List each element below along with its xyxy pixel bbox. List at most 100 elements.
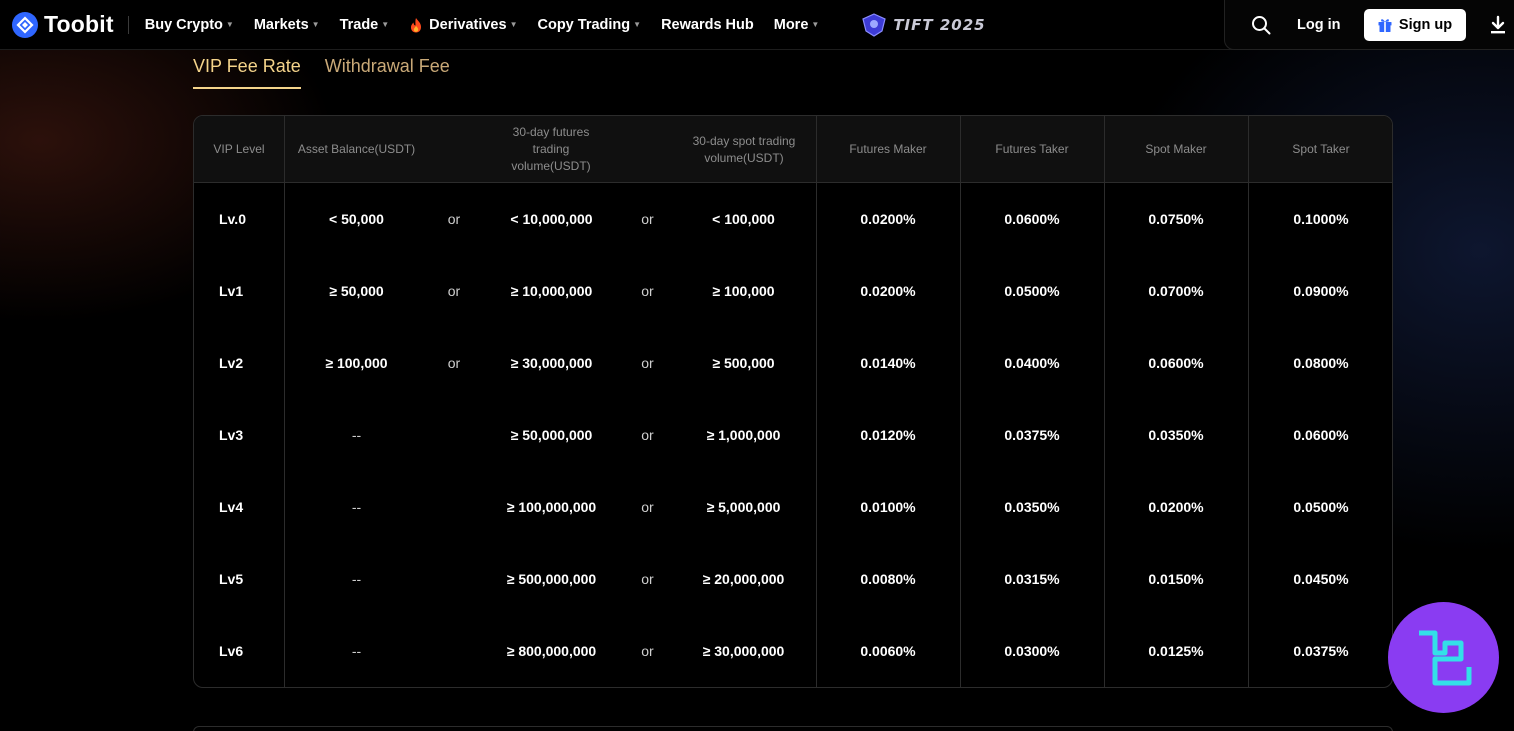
chevron-down-icon: ▼ [633, 20, 642, 29]
header-actions: Log in Sign up [1224, 0, 1514, 50]
toobit-logo[interactable]: Toobit [12, 0, 114, 50]
cell-asset-balance: ≥ 50,000 [329, 283, 384, 299]
signup-button[interactable]: Sign up [1363, 8, 1466, 41]
header-vip-level: VIP Level [213, 142, 265, 156]
cell-vip-level: Lv6 [219, 643, 244, 659]
cell-futures-maker: 0.0200% [860, 211, 916, 227]
cell-spot-volume: < 100,000 [712, 211, 775, 227]
nav-label: More [773, 16, 809, 33]
cell-vip-level: Lv3 [219, 427, 244, 443]
cell-asset-balance: -- [351, 499, 362, 515]
tift-label: TIFT 2025 [893, 15, 986, 34]
header-spot-maker: Spot Maker [1145, 142, 1207, 156]
cell-futures-taker: 0.0500% [1004, 283, 1060, 299]
cell-spot-volume: ≥ 100,000 [712, 283, 775, 299]
cell-futures-volume: ≥ 50,000,000 [510, 427, 593, 443]
table-row: Lv1 ≥ 50,000 or ≥ 10,000,000 or ≥ 100,000 0.02… [194, 255, 1392, 327]
table-row: Lv.0 < 50,000 or < 10,000,000 or < 100,000 0.0… [194, 183, 1392, 255]
tab-withdrawal-fee[interactable]: Withdrawal Fee [325, 56, 450, 89]
tab-vip-fee-rate[interactable]: VIP Fee Rate [193, 56, 301, 89]
cell-futures-volume: ≥ 100,000,000 [506, 499, 597, 515]
cell-spot-maker: 0.0200% [1148, 499, 1204, 515]
nav-copy-trading[interactable]: Copy Trading ▼ [537, 17, 641, 33]
signup-label: Sign up [1398, 16, 1453, 33]
chevron-down-icon: ▼ [381, 20, 390, 29]
cell-spot-maker: 0.0750% [1148, 211, 1204, 227]
cell-asset-balance: ≥ 100,000 [325, 355, 388, 371]
nav-markets[interactable]: Markets ▼ [254, 17, 320, 33]
table-row: Lv3 -- ≥ 50,000,000 or ≥ 1,000,000 0.0120% 0.0… [194, 399, 1392, 471]
watermark-logo-icon [1388, 602, 1499, 713]
cell-futures-taker: 0.0600% [1004, 211, 1060, 227]
table-row: Lv4 -- ≥ 100,000,000 or ≥ 5,000,000 0.0100% 0.… [194, 471, 1392, 543]
cell-spot-taker: 0.0450% [1293, 571, 1349, 587]
header-asset-balance: Asset Balance(USDT) [297, 142, 416, 156]
toobit-logo-icon [12, 11, 38, 38]
nav-more[interactable]: More ▼ [774, 17, 820, 33]
cell-spot-volume: ≥ 20,000,000 [702, 571, 785, 587]
nav-rewards-hub[interactable]: Rewards Hub [661, 17, 754, 33]
cell-spot-volume: ≥ 30,000,000 [702, 643, 785, 659]
cell-futures-maker: 0.0080% [860, 571, 916, 587]
main-nav: Buy Crypto ▼ Markets ▼ Trade ▼ Derivativ… [145, 0, 840, 50]
chevron-down-icon: ▼ [225, 20, 234, 29]
cell-or: or [641, 283, 654, 299]
cell-or: or [447, 211, 461, 227]
chevron-down-icon: ▼ [811, 20, 820, 29]
cell-futures-volume: < 10,000,000 [510, 211, 593, 227]
cell-spot-maker: 0.0600% [1148, 355, 1204, 371]
cell-spot-taker: 0.0900% [1293, 283, 1349, 299]
cell-futures-maker: 0.0120% [860, 427, 916, 443]
header-futures-maker: Futures Maker [849, 142, 927, 156]
cell-futures-maker: 0.0200% [860, 283, 916, 299]
table-row: Lv5 -- ≥ 500,000,000 or ≥ 20,000,000 0.0080% 0… [194, 543, 1392, 615]
search-icon[interactable] [1250, 14, 1272, 36]
cell-futures-taker: 0.0350% [1004, 499, 1060, 515]
nav-label: Copy Trading [537, 16, 631, 33]
cell-spot-taker: 0.0375% [1293, 643, 1349, 659]
cell-futures-maker: 0.0100% [860, 499, 916, 515]
cell-or: or [641, 211, 654, 227]
nav-label: Markets [253, 16, 309, 33]
cell-or [429, 471, 479, 543]
cell-or: or [641, 427, 654, 443]
cell-or: or [641, 643, 654, 659]
header-futures-volume: 30-day futures trading volume(USDT) [511, 125, 591, 173]
cell-spot-volume: ≥ 5,000,000 [706, 499, 781, 515]
fee-tabs: VIP Fee Rate Withdrawal Fee [193, 56, 474, 89]
cell-or: or [641, 499, 654, 515]
nav-label: Trade [339, 16, 379, 33]
cell-futures-taker: 0.0300% [1004, 643, 1060, 659]
cell-futures-volume: ≥ 800,000,000 [506, 643, 597, 659]
cell-spot-maker: 0.0150% [1148, 571, 1204, 587]
chevron-down-icon: ▼ [509, 20, 518, 29]
cell-spot-taker: 0.1000% [1293, 211, 1349, 227]
nav-trade[interactable]: Trade ▼ [340, 17, 390, 33]
next-section-edge [193, 726, 1393, 731]
cell-futures-maker: 0.0060% [860, 643, 916, 659]
cell-futures-volume: ≥ 10,000,000 [510, 283, 593, 299]
cell-or [429, 615, 479, 687]
cell-spot-taker: 0.0800% [1293, 355, 1349, 371]
cell-asset-balance: -- [351, 427, 362, 443]
tift-emblem-icon [862, 12, 887, 37]
header-spot-taker: Spot Taker [1292, 142, 1350, 156]
login-link[interactable]: Log in [1297, 17, 1341, 33]
cell-asset-balance: -- [351, 643, 362, 659]
logo-text: Toobit [44, 11, 114, 37]
cell-spot-maker: 0.0125% [1148, 643, 1204, 659]
cell-spot-volume: ≥ 500,000 [712, 355, 775, 371]
cell-or: or [641, 355, 654, 371]
tift-event-banner[interactable]: TIFT 2025 [861, 12, 986, 37]
download-icon[interactable] [1488, 15, 1508, 35]
cell-spot-maker: 0.0350% [1148, 427, 1204, 443]
cell-futures-taker: 0.0315% [1004, 571, 1060, 587]
vip-fee-table: VIP Level Asset Balance(USDT) 30-day fut… [193, 115, 1393, 688]
fire-icon [411, 17, 422, 32]
cell-futures-volume: ≥ 500,000,000 [506, 571, 597, 587]
table-row: Lv6 -- ≥ 800,000,000 or ≥ 30,000,000 0.0060% 0… [194, 615, 1392, 687]
cell-vip-level: Lv5 [219, 571, 244, 587]
cell-futures-taker: 0.0375% [1004, 427, 1060, 443]
nav-buy-crypto[interactable]: Buy Crypto ▼ [145, 17, 234, 33]
nav-derivatives[interactable]: Derivatives ▼ [409, 17, 517, 33]
